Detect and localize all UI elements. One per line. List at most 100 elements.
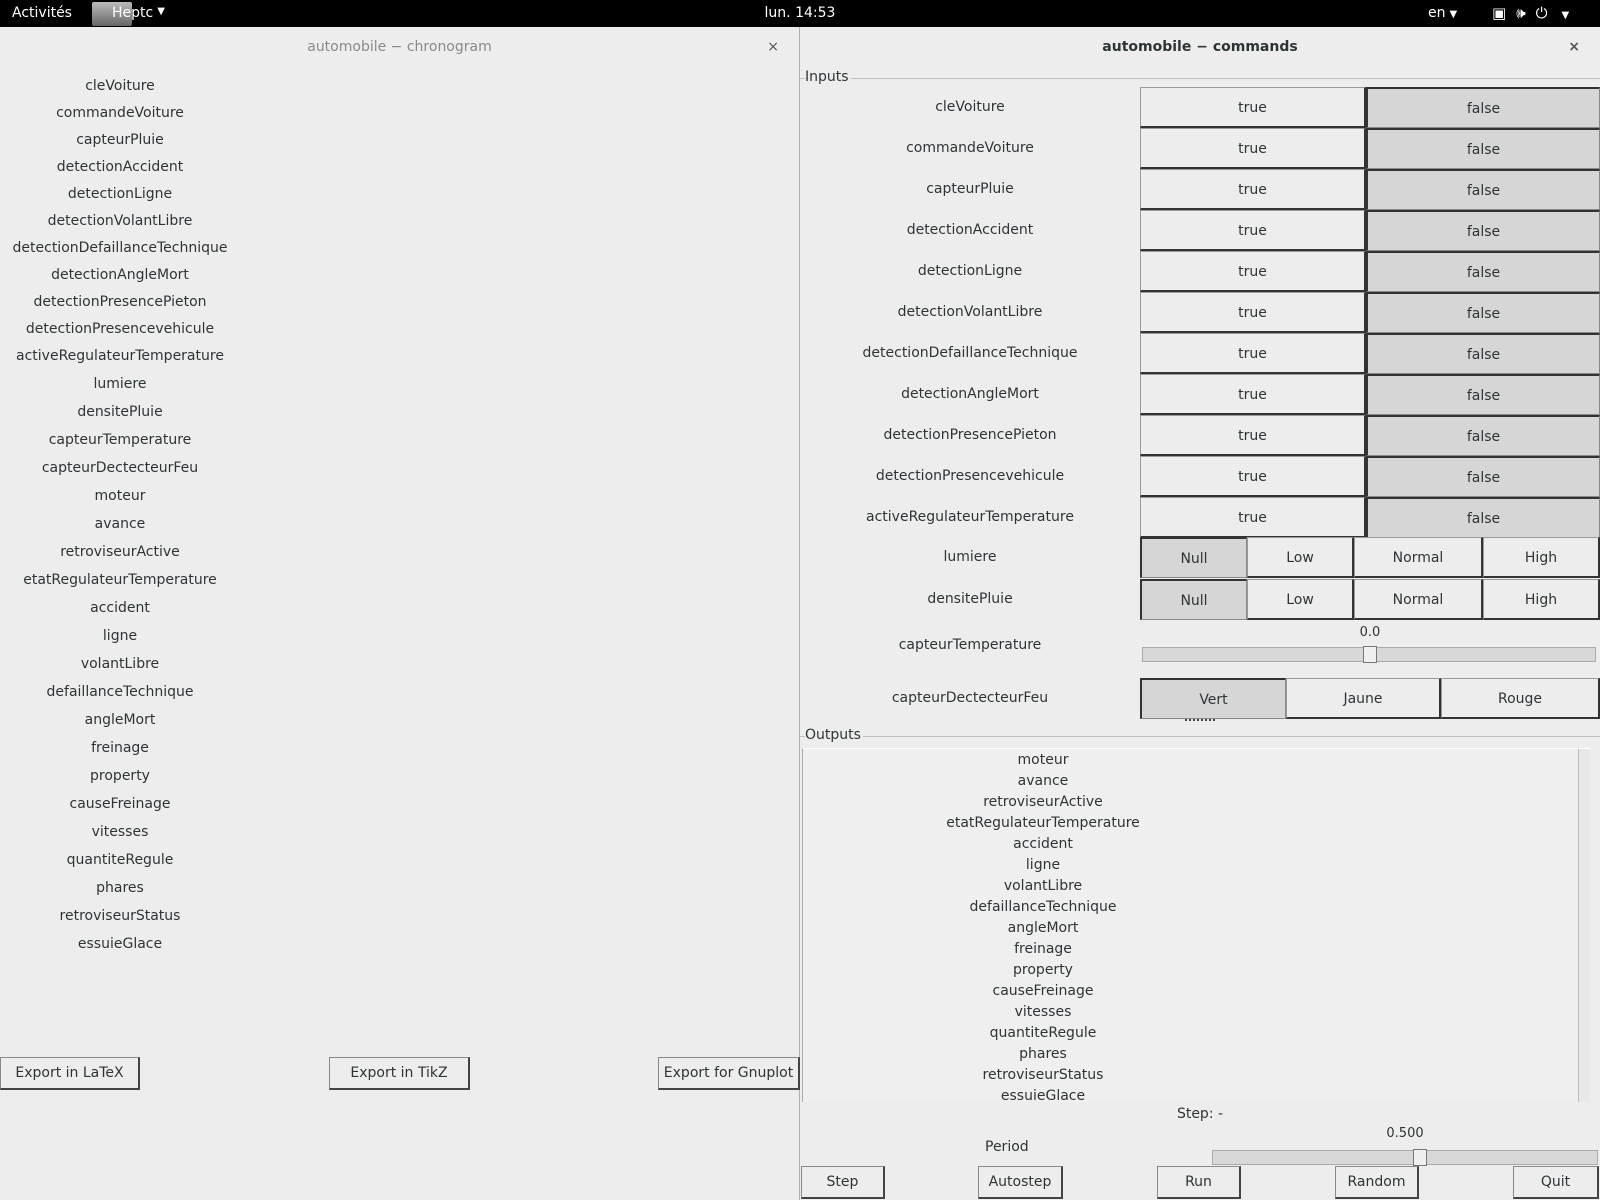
- true-button-detectionPresencePieton[interactable]: true: [1140, 415, 1366, 456]
- autostep-button[interactable]: Autostep: [978, 1166, 1063, 1199]
- densitePluie-option-null[interactable]: Null: [1140, 579, 1247, 620]
- false-button-detectionVolantLibre[interactable]: false: [1366, 292, 1600, 333]
- output-label: avance: [1017, 773, 1069, 789]
- run-button[interactable]: Run: [1157, 1166, 1241, 1199]
- true-button-detectionVolantLibre[interactable]: true: [1140, 292, 1366, 333]
- signal-label: ligne: [102, 628, 138, 644]
- outputs-scrollbar[interactable]: [1578, 749, 1590, 1102]
- input-label-activeRegulateurTemperature: activeRegulateurTemperature: [866, 509, 1074, 525]
- signal-label: defaillanceTechnique: [46, 684, 194, 700]
- export-gnuplot-button[interactable]: Export for Gnuplot: [658, 1057, 800, 1090]
- densitePluie-option-normal[interactable]: Normal: [1354, 579, 1483, 620]
- output-label: vitesses: [1014, 1004, 1072, 1020]
- true-button-detectionLigne[interactable]: true: [1140, 251, 1366, 292]
- power-icon: ⏻: [1535, 4, 1548, 22]
- capteurDectecteurFeu-option-vert[interactable]: Vert: [1140, 678, 1286, 719]
- false-button-detectionAccident[interactable]: false: [1366, 210, 1600, 251]
- false-button-capteurPluie[interactable]: false: [1366, 169, 1600, 210]
- signal-label: activeRegulateurTemperature: [16, 348, 224, 364]
- system-menu[interactable]: ▣ 🕪 ⏻ ▼: [1492, 4, 1579, 22]
- signal-label: moteur: [94, 488, 146, 504]
- random-button[interactable]: Random: [1335, 1166, 1419, 1199]
- close-icon[interactable]: ×: [1568, 27, 1580, 67]
- close-icon[interactable]: ×: [767, 27, 779, 67]
- window-title: automobile − chronogram: [307, 39, 492, 55]
- false-button-cleVoiture[interactable]: false: [1366, 87, 1600, 128]
- period-slider-handle[interactable]: [1413, 1149, 1427, 1166]
- chronogram-titlebar[interactable]: automobile − chronogram ×: [0, 27, 799, 67]
- step-status: Step: -: [1176, 1106, 1224, 1122]
- signal-label: detectionPresencePieton: [33, 294, 207, 310]
- signal-label: accident: [90, 600, 150, 616]
- output-label: quantiteRegule: [989, 1025, 1097, 1041]
- output-label: property: [1013, 962, 1073, 978]
- input-label-commandeVoiture: commandeVoiture: [906, 140, 1034, 156]
- app-menu[interactable]: Heptc ▼: [92, 2, 165, 26]
- false-button-activeRegulateurTemperature[interactable]: false: [1366, 497, 1600, 538]
- true-button-detectionDefaillanceTechnique[interactable]: true: [1140, 333, 1366, 374]
- signal-label: essuieGlace: [77, 936, 163, 952]
- densitePluie-option-high[interactable]: High: [1483, 579, 1600, 620]
- capteurTemperature-slider[interactable]: [1142, 646, 1596, 663]
- input-label-capteurDectecteurFeu: capteurDectecteurFeu: [891, 690, 1049, 706]
- period-label: Period: [985, 1139, 1029, 1155]
- true-button-detectionPresencevehicule[interactable]: true: [1140, 456, 1366, 497]
- false-button-detectionDefaillanceTechnique[interactable]: false: [1366, 333, 1600, 374]
- signal-label: capteurDectecteurFeu: [41, 460, 199, 476]
- lumiere-option-low[interactable]: Low: [1247, 537, 1354, 578]
- activities-button[interactable]: Activités: [12, 5, 72, 21]
- output-label: angleMort: [1007, 920, 1079, 936]
- commands-window: automobile − commands × Inputs cleVoitur…: [800, 27, 1600, 1200]
- outputs-frame: [800, 736, 1600, 737]
- true-button-detectionAccident[interactable]: true: [1140, 210, 1366, 251]
- quit-button[interactable]: Quit: [1513, 1166, 1599, 1199]
- pane-grip[interactable]: [1185, 719, 1215, 723]
- signal-label: retroviseurStatus: [59, 908, 181, 924]
- signal-label: lumiere: [93, 376, 147, 392]
- capteurDectecteurFeu-option-jaune[interactable]: Jaune: [1286, 678, 1441, 719]
- chronogram-window: automobile − chronogram × cleVoiture comm…: [0, 27, 800, 1200]
- signal-label: detectionVolantLibre: [47, 213, 193, 229]
- signal-label: cleVoiture: [85, 78, 155, 94]
- densitePluie-option-low[interactable]: Low: [1247, 579, 1354, 620]
- true-button-commandeVoiture[interactable]: true: [1140, 128, 1366, 169]
- lumiere-option-high[interactable]: High: [1483, 537, 1600, 578]
- true-button-activeRegulateurTemperature[interactable]: true: [1140, 497, 1366, 538]
- input-label-detectionAccident: detectionAccident: [906, 222, 1034, 238]
- signal-label: detectionAccident: [56, 159, 184, 175]
- capteurTemperature-slider-handle[interactable]: [1363, 646, 1377, 663]
- step-button[interactable]: Step: [801, 1166, 885, 1199]
- input-label-detectionAngleMort: detectionAngleMort: [901, 386, 1039, 402]
- period-slider[interactable]: [1212, 1149, 1598, 1166]
- export-tikz-button[interactable]: Export in TikZ: [329, 1057, 470, 1090]
- signal-label: etatRegulateurTemperature: [23, 572, 217, 588]
- app-name: Heptc: [112, 5, 154, 21]
- signal-label: avance: [94, 516, 146, 532]
- false-button-detectionLigne[interactable]: false: [1366, 251, 1600, 292]
- lumiere-option-null[interactable]: Null: [1140, 537, 1247, 578]
- capteurDectecteurFeu-option-rouge[interactable]: Rouge: [1441, 678, 1600, 719]
- lumiere-option-normal[interactable]: Normal: [1354, 537, 1483, 578]
- commands-titlebar[interactable]: automobile − commands ×: [800, 27, 1600, 67]
- output-label: freinage: [1014, 941, 1072, 957]
- false-button-detectionPresencevehicule[interactable]: false: [1366, 456, 1600, 497]
- false-button-detectionAngleMort[interactable]: false: [1366, 374, 1600, 415]
- true-button-detectionAngleMort[interactable]: true: [1140, 374, 1366, 415]
- signal-label: phares: [96, 880, 144, 896]
- outputs-list: moteur avance retroviseurActive etatRegulat…: [802, 748, 1590, 1104]
- output-label: volantLibre: [1003, 878, 1083, 894]
- true-button-capteurPluie[interactable]: true: [1140, 169, 1366, 210]
- signal-label: quantiteRegule: [66, 852, 174, 868]
- false-button-commandeVoiture[interactable]: false: [1366, 128, 1600, 169]
- input-label-lumiere: lumiere: [943, 549, 997, 565]
- signal-label: volantLibre: [80, 656, 160, 672]
- clock[interactable]: lun. 14:53: [765, 5, 836, 21]
- false-button-detectionPresencePieton[interactable]: false: [1366, 415, 1600, 456]
- export-latex-button[interactable]: Export in LaTeX: [0, 1057, 140, 1090]
- language-menu[interactable]: en ▼: [1428, 5, 1457, 21]
- input-label-cleVoiture: cleVoiture: [935, 99, 1005, 115]
- output-label: essuieGlace: [1000, 1088, 1086, 1104]
- input-label-capteurTemperature: capteurTemperature: [898, 637, 1042, 653]
- true-button-cleVoiture[interactable]: true: [1140, 87, 1366, 128]
- input-label-detectionLigne: detectionLigne: [917, 263, 1023, 279]
